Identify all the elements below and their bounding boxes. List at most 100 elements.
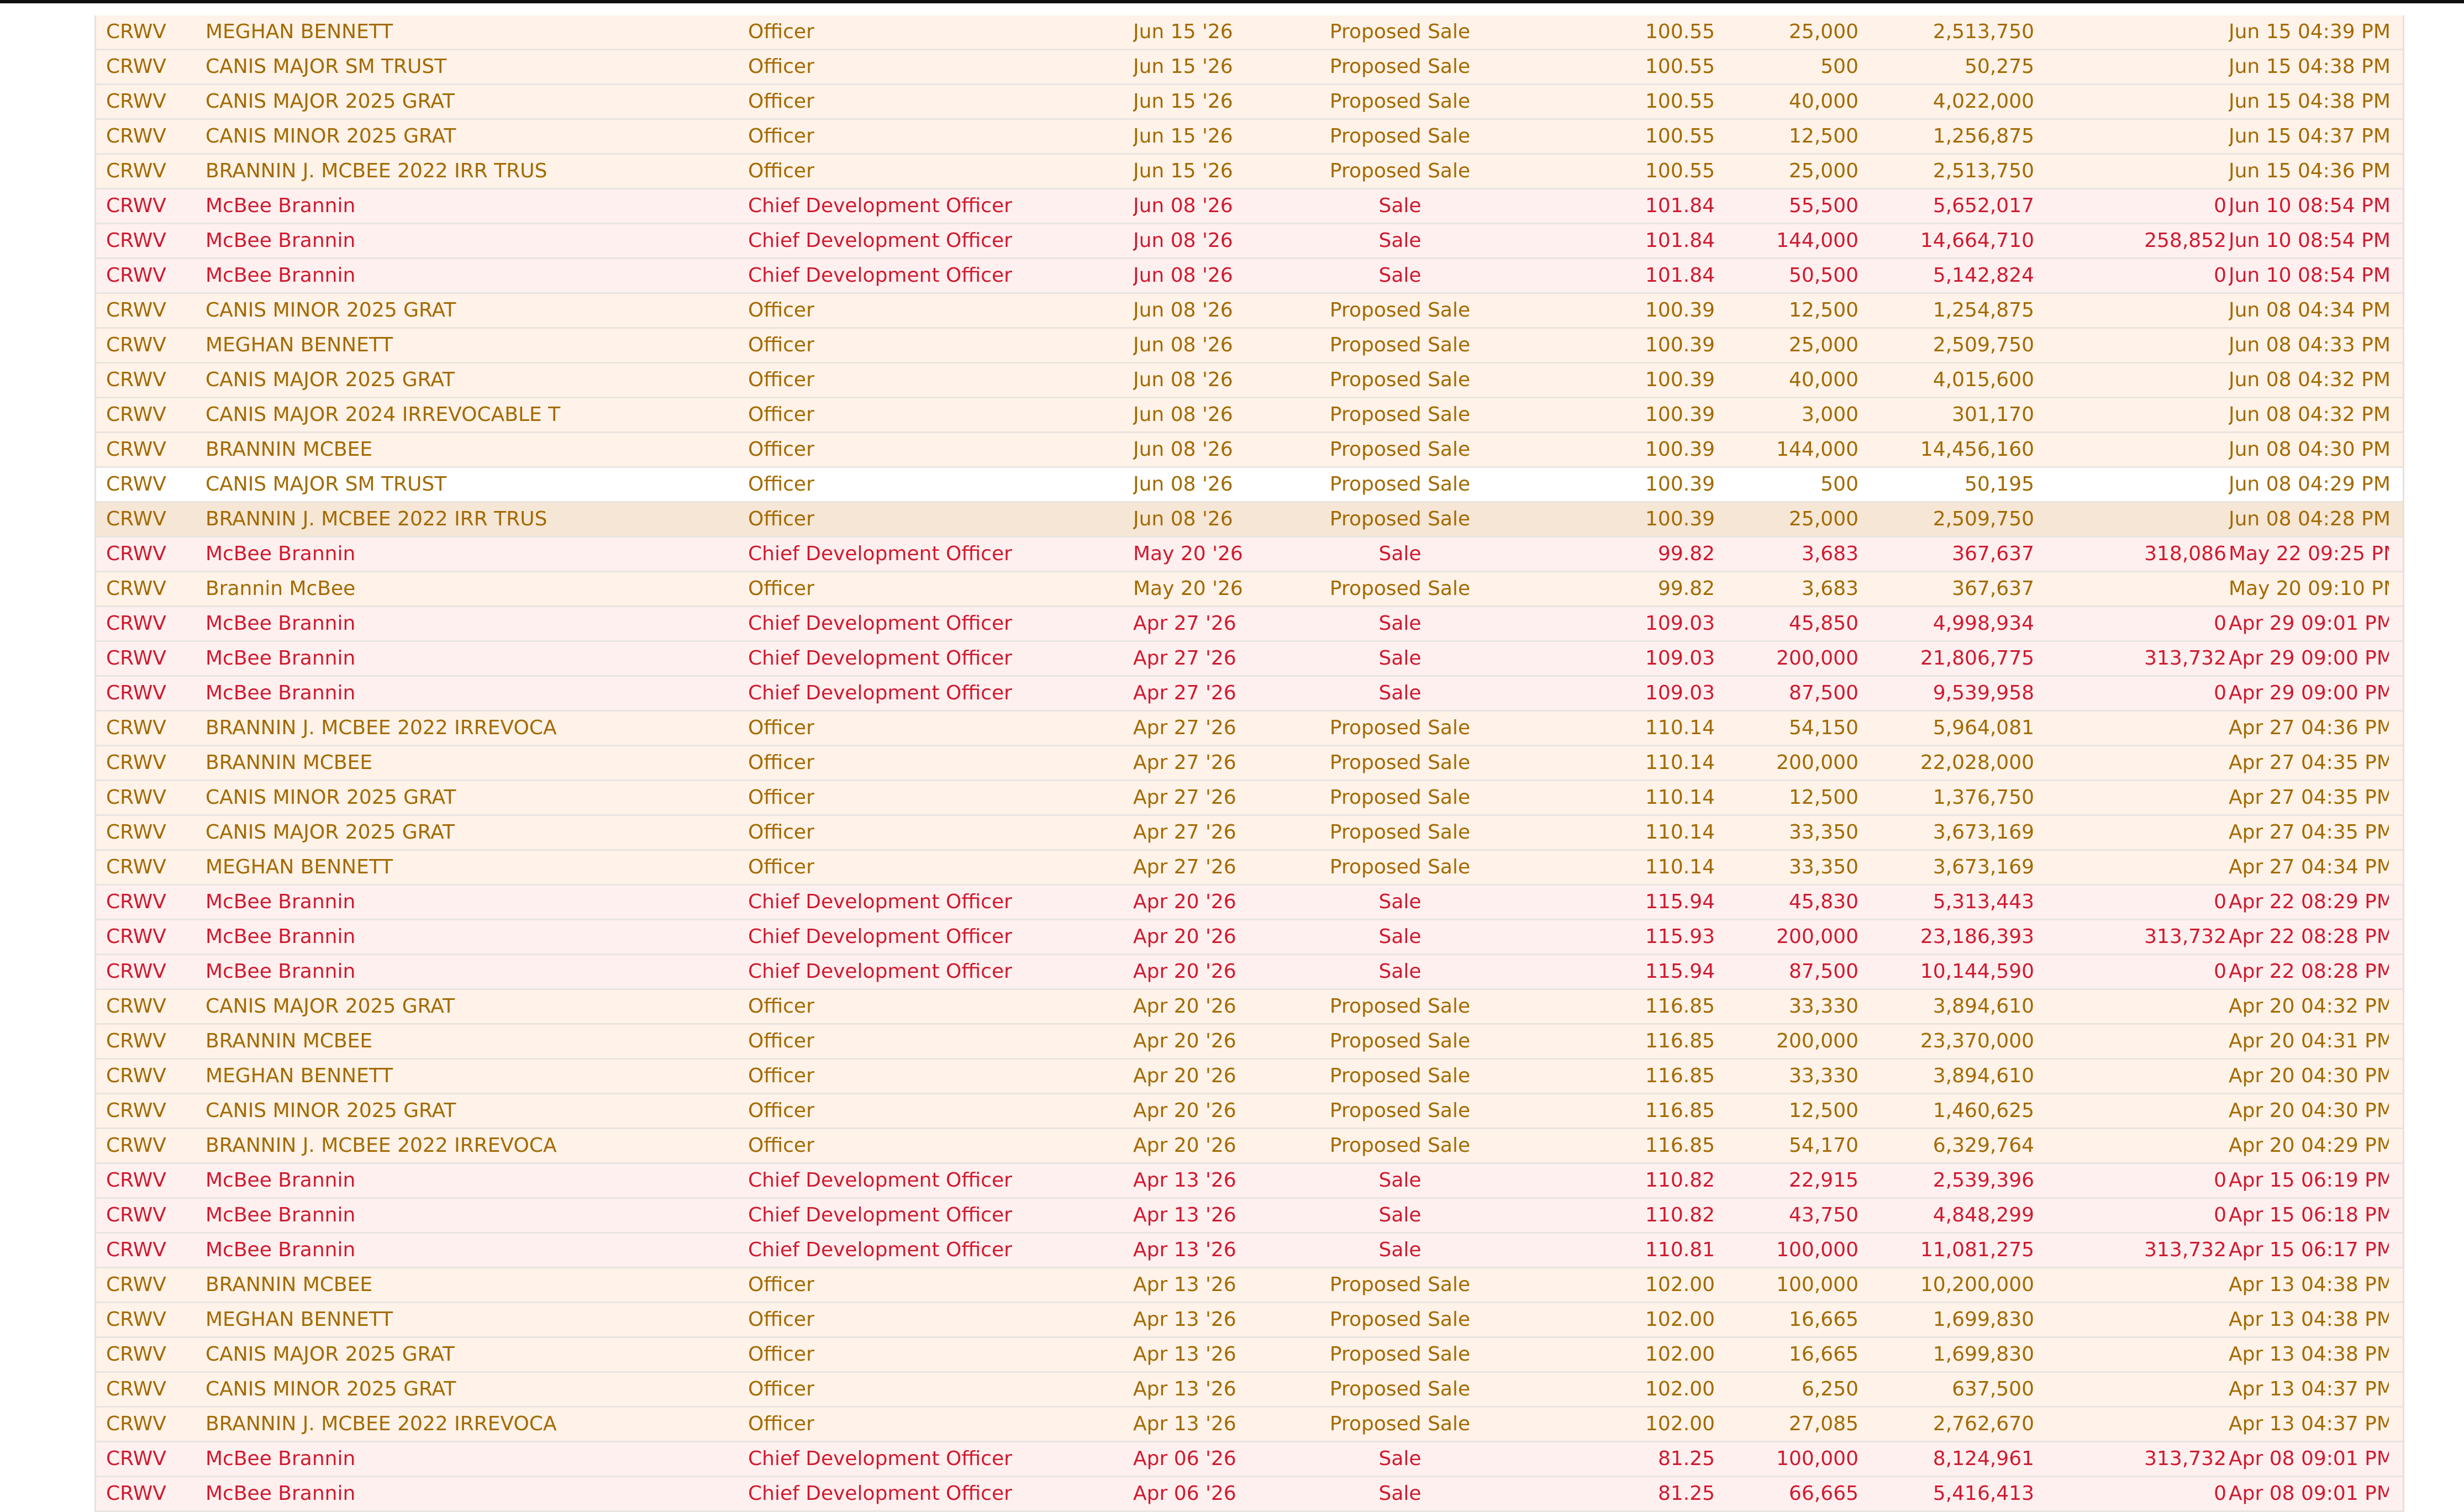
ticker-link[interactable]: CRWV <box>106 15 189 49</box>
table-row[interactable]: CRWV CANIS MAJOR 2025 GRAT Officer Apr 20 '… <box>96 990 2403 1025</box>
ticker-link[interactable]: CRWV <box>106 1129 189 1162</box>
table-row[interactable]: CRWV McBee Brannin Chief Development Offic… <box>96 642 2403 677</box>
table-row[interactable]: CRWV CANIS MAJOR SM TRUST Officer Jun 15 '2… <box>96 50 2403 85</box>
ticker-link[interactable]: CRWV <box>106 816 189 849</box>
filing-date-link[interactable]: Jun 10 08:54 PM <box>2229 224 2389 257</box>
filing-date-link[interactable]: Apr 22 08:28 PM <box>2229 920 2389 953</box>
ticker-link[interactable]: CRWV <box>106 468 189 501</box>
filing-date-link[interactable]: Jun 15 04:38 PM <box>2229 50 2389 83</box>
insider-name-link[interactable]: CANIS MINOR 2025 GRAT <box>206 781 736 814</box>
insider-name-link[interactable]: MEGHAN BENNETT <box>206 1060 736 1093</box>
table-row[interactable]: CRWV CANIS MINOR 2025 GRAT Officer Apr 13 '… <box>96 1373 2403 1408</box>
insider-name-link[interactable]: CANIS MAJOR 2025 GRAT <box>206 816 736 849</box>
table-row[interactable]: CRWV CANIS MINOR 2025 GRAT Officer Jun 15 '… <box>96 120 2403 155</box>
table-row[interactable]: CRWV McBee Brannin Chief Development Offic… <box>96 920 2403 955</box>
ticker-link[interactable]: CRWV <box>106 50 189 83</box>
table-row[interactable]: CRWV McBee Brannin Chief Development Offic… <box>96 607 2403 642</box>
ticker-link[interactable]: CRWV <box>106 120 189 153</box>
table-row[interactable]: CRWV MEGHAN BENNETT Officer Jun 08 '26 Propo… <box>96 329 2403 363</box>
filing-date-link[interactable]: Jun 15 04:38 PM <box>2229 85 2389 118</box>
ticker-link[interactable]: CRWV <box>106 607 189 640</box>
insider-name-link[interactable]: CANIS MINOR 2025 GRAT <box>206 1373 736 1406</box>
ticker-link[interactable]: CRWV <box>106 1477 189 1510</box>
table-row[interactable]: CRWV MEGHAN BENNETT Officer Apr 20 '26 Propo… <box>96 1060 2403 1094</box>
filing-date-link[interactable]: Jun 08 04:33 PM <box>2229 329 2389 362</box>
filing-date-link[interactable]: Apr 22 08:28 PM <box>2229 955 2389 988</box>
table-row[interactable]: CRWV CANIS MINOR 2025 GRAT Officer Apr 20 '… <box>96 1094 2403 1129</box>
insider-name-link[interactable]: McBee Brannin <box>206 189 736 223</box>
insider-name-link[interactable]: McBee Brannin <box>206 538 736 571</box>
ticker-link[interactable]: CRWV <box>106 642 189 675</box>
insider-name-link[interactable]: Brannin McBee <box>206 572 736 605</box>
insider-name-link[interactable]: MEGHAN BENNETT <box>206 15 736 49</box>
insider-name-link[interactable]: BRANNIN J. MCBEE 2022 IRREVOCA <box>206 1408 736 1441</box>
ticker-link[interactable]: CRWV <box>106 1373 189 1406</box>
insider-name-link[interactable]: CANIS MAJOR 2025 GRAT <box>206 363 736 397</box>
filing-date-link[interactable]: Apr 20 04:30 PM <box>2229 1060 2389 1093</box>
insider-name-link[interactable]: BRANNIN MCBEE <box>206 746 736 779</box>
ticker-link[interactable]: CRWV <box>106 1268 189 1302</box>
insider-name-link[interactable]: CANIS MINOR 2025 GRAT <box>206 1094 736 1128</box>
table-row[interactable]: CRWV CANIS MAJOR 2025 GRAT Officer Apr 13 '… <box>96 1338 2403 1373</box>
insider-name-link[interactable]: McBee Brannin <box>206 607 736 640</box>
filing-date-link[interactable]: Apr 27 04:34 PM <box>2229 851 2389 884</box>
table-row[interactable]: CRWV BRANNIN MCBEE Officer Apr 20 '26 Propos… <box>96 1025 2403 1060</box>
insider-name-link[interactable]: BRANNIN J. MCBEE 2022 IRREVOCA <box>206 712 736 745</box>
table-row[interactable]: CRWV BRANNIN MCBEE Officer Apr 27 '26 Propos… <box>96 746 2403 781</box>
ticker-link[interactable]: CRWV <box>106 433 189 466</box>
insider-name-link[interactable]: McBee Brannin <box>206 920 736 953</box>
filing-date-link[interactable]: Jun 08 04:32 PM <box>2229 363 2389 397</box>
ticker-link[interactable]: CRWV <box>106 329 189 362</box>
insider-name-link[interactable]: CANIS MINOR 2025 GRAT <box>206 120 736 153</box>
ticker-link[interactable]: CRWV <box>106 572 189 605</box>
ticker-link[interactable]: CRWV <box>106 746 189 779</box>
insider-name-link[interactable]: MEGHAN BENNETT <box>206 329 736 362</box>
table-row[interactable]: CRWV CANIS MAJOR SM TRUST Officer Jun 08 '2… <box>96 468 2403 503</box>
table-row[interactable]: CRWV MEGHAN BENNETT Officer Jun 15 '26 Propo… <box>96 15 2403 50</box>
insider-name-link[interactable]: McBee Brannin <box>206 642 736 675</box>
filing-date-link[interactable]: May 20 09:10 PM <box>2229 572 2389 605</box>
table-row[interactable]: CRWV McBee Brannin Chief Development Offic… <box>96 538 2403 572</box>
table-row[interactable]: CRWV CANIS MINOR 2025 GRAT Officer Jun 08 '… <box>96 294 2403 329</box>
ticker-link[interactable]: CRWV <box>106 1199 189 1232</box>
filing-date-link[interactable]: Apr 27 04:36 PM <box>2229 712 2389 745</box>
filing-date-link[interactable]: Apr 22 08:29 PM <box>2229 886 2389 919</box>
filing-date-link[interactable]: Apr 13 04:37 PM <box>2229 1373 2389 1406</box>
ticker-link[interactable]: CRWV <box>106 189 189 223</box>
filing-date-link[interactable]: Apr 20 04:29 PM <box>2229 1129 2389 1162</box>
ticker-link[interactable]: CRWV <box>106 538 189 571</box>
insider-name-link[interactable]: McBee Brannin <box>206 886 736 919</box>
table-row[interactable]: CRWV CANIS MAJOR 2025 GRAT Officer Apr 27 '… <box>96 816 2403 851</box>
ticker-link[interactable]: CRWV <box>106 677 189 710</box>
insider-name-link[interactable]: BRANNIN J. MCBEE 2022 IRREVOCA <box>206 1129 736 1162</box>
table-row[interactable]: CRWV McBee Brannin Chief Development Offic… <box>96 886 2403 920</box>
table-row[interactable]: CRWV McBee Brannin Chief Development Offic… <box>96 1199 2403 1234</box>
filing-date-link[interactable]: Jun 15 04:37 PM <box>2229 120 2389 153</box>
table-row[interactable]: CRWV BRANNIN J. MCBEE 2022 IRR TRUS Office… <box>96 503 2403 538</box>
table-row[interactable]: CRWV McBee Brannin Chief Development Offic… <box>96 677 2403 712</box>
filing-date-link[interactable]: Apr 27 04:35 PM <box>2229 781 2389 814</box>
insider-name-link[interactable]: McBee Brannin <box>206 259 736 292</box>
filing-date-link[interactable]: Jun 08 04:28 PM <box>2229 503 2389 536</box>
filing-date-link[interactable]: Apr 27 04:35 PM <box>2229 816 2389 849</box>
ticker-link[interactable]: CRWV <box>106 1338 189 1371</box>
filing-date-link[interactable]: Jun 10 08:54 PM <box>2229 259 2389 292</box>
filing-date-link[interactable]: Apr 15 06:19 PM <box>2229 1164 2389 1197</box>
table-row[interactable]: CRWV McBee Brannin Chief Development Offic… <box>96 224 2403 259</box>
table-row[interactable]: CRWV BRANNIN J. MCBEE 2022 IRREVOCA Office… <box>96 712 2403 746</box>
insider-name-link[interactable]: McBee Brannin <box>206 1234 736 1267</box>
filing-date-link[interactable]: Apr 13 04:38 PM <box>2229 1268 2389 1302</box>
insider-name-link[interactable]: CANIS MAJOR SM TRUST <box>206 50 736 83</box>
ticker-link[interactable]: CRWV <box>106 259 189 292</box>
ticker-link[interactable]: CRWV <box>106 1164 189 1197</box>
insider-name-link[interactable]: CANIS MAJOR 2025 GRAT <box>206 1338 736 1371</box>
filing-date-link[interactable]: Jun 10 08:54 PM <box>2229 189 2389 223</box>
insider-name-link[interactable]: CANIS MINOR 2025 GRAT <box>206 294 736 327</box>
insider-name-link[interactable]: BRANNIN J. MCBEE 2022 IRR TRUS <box>206 503 736 536</box>
table-row[interactable]: CRWV CANIS MAJOR 2025 GRAT Officer Jun 15 '… <box>96 85 2403 120</box>
ticker-link[interactable]: CRWV <box>106 1303 189 1336</box>
insider-name-link[interactable]: CANIS MAJOR 2024 IRREVOCABLE T <box>206 398 736 431</box>
ticker-link[interactable]: CRWV <box>106 990 189 1023</box>
insider-name-link[interactable]: McBee Brannin <box>206 955 736 988</box>
filing-date-link[interactable]: Apr 29 09:01 PM <box>2229 607 2389 640</box>
